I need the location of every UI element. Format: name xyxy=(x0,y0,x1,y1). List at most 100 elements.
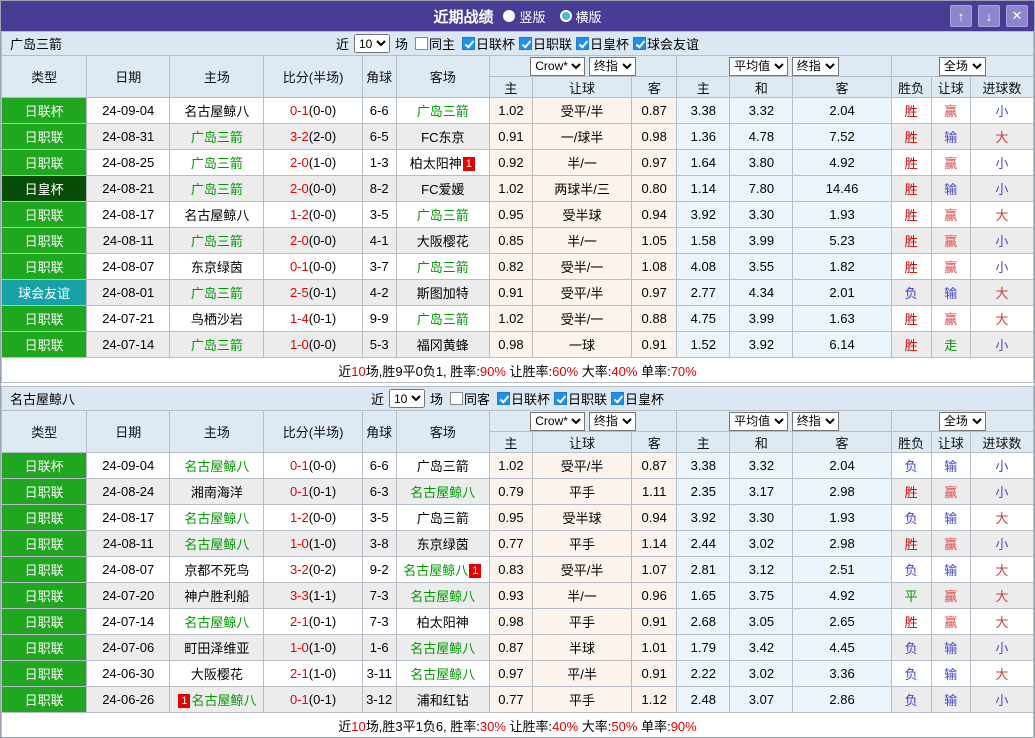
summary-text: 40% xyxy=(552,718,579,734)
match-score: 2-0(1-0) xyxy=(263,149,363,176)
average-select[interactable]: 平均值 xyxy=(729,411,789,431)
home-odds: 0.83 xyxy=(488,556,533,583)
result-handicap: 赢 xyxy=(930,201,971,228)
team-label: 柏太阳神 xyxy=(416,615,469,630)
away-team: 名古屋鲸八 xyxy=(395,634,490,661)
full-time-score: 0-1 xyxy=(289,103,309,118)
final-odds-select-2[interactable]: 终指 xyxy=(791,56,839,76)
team-label: 广岛三箭 xyxy=(190,130,243,145)
home-odds: 1.02 xyxy=(488,452,533,479)
match-type-badge: 日职联 xyxy=(1,660,88,687)
avg-draw-odds: 4.34 xyxy=(729,279,794,306)
result-win-loss: 胜 xyxy=(890,97,932,124)
home-odds: 0.91 xyxy=(488,279,533,306)
competition-checkbox-日皇杯[interactable]: 日皇杯 xyxy=(611,389,664,408)
avg-home-odds: 3.38 xyxy=(676,452,731,479)
avg-draw-odds: 3.12 xyxy=(729,556,794,583)
home-odds: 0.93 xyxy=(488,582,533,609)
home-odds: 0.95 xyxy=(488,504,533,531)
home-odds: 0.98 xyxy=(488,331,533,358)
competition-checkbox-日联杯[interactable]: 日联杯 xyxy=(497,389,550,408)
games-label: 场 xyxy=(429,392,443,407)
full-time-score: 1-0 xyxy=(289,640,309,655)
bookmaker-select[interactable]: Crow* xyxy=(530,56,586,76)
same-venue-checkbox[interactable]: 同主 xyxy=(414,34,455,53)
games-count-select[interactable]: 10 xyxy=(353,34,390,53)
final-odds-select-1[interactable]: 终指 xyxy=(588,56,636,76)
summary-text: 单率: xyxy=(637,718,671,734)
move-up-button[interactable]: ↑ xyxy=(950,5,972,27)
same-venue-checkbox[interactable]: 同客 xyxy=(449,389,490,408)
avg-home-odds: 3.92 xyxy=(676,504,731,531)
result-goals: 小 xyxy=(969,97,1034,124)
competition-checkbox-日职联[interactable]: 日职联 xyxy=(554,389,607,408)
result-win-loss: 胜 xyxy=(890,331,932,358)
match-date: 24-08-07 xyxy=(86,556,171,583)
avg-draw-odds: 3.32 xyxy=(729,97,794,124)
match-row: 日职联 24-08-11 广岛三箭 2-0(0-0) 4-1 大阪樱花 0.85 半/一 1.0… xyxy=(1,227,1034,254)
final-odds-select-2[interactable]: 终指 xyxy=(791,411,839,431)
avg-home-odds: 1.79 xyxy=(676,634,731,661)
corner-count: 3-7 xyxy=(361,253,397,280)
team-label: 广岛三箭 xyxy=(190,234,243,249)
filter-bar: 近 10 场 同客 日联杯 日职联 日皇杯 xyxy=(371,389,664,408)
col-header-type: 类型 xyxy=(1,410,88,453)
competition-checkbox-球会友谊[interactable]: 球会友谊 xyxy=(633,34,699,53)
result-handicap: 输 xyxy=(930,634,971,661)
match-date: 24-08-25 xyxy=(86,149,171,176)
avg-home-odds: 2.81 xyxy=(676,556,731,583)
avg-home-odds: 3.92 xyxy=(676,201,731,228)
away-team: 福冈黄蜂 xyxy=(395,331,490,358)
radio-horizontal-layout[interactable]: 横版 xyxy=(559,7,602,26)
average-select[interactable]: 平均值 xyxy=(729,56,789,76)
avg-away-odds: 5.23 xyxy=(792,227,892,254)
checkbox-checked-icon xyxy=(519,37,532,50)
full-time-score: 2-0 xyxy=(289,181,309,196)
away-odds: 1.07 xyxy=(631,556,678,583)
competition-filters: 日联杯 日职联 日皇杯 xyxy=(493,389,664,408)
corner-count: 9-9 xyxy=(361,305,397,332)
match-score: 0-1(0-1) xyxy=(263,686,363,713)
away-odds: 0.88 xyxy=(631,305,678,332)
away-team: 广岛三箭 xyxy=(395,253,490,280)
corner-count: 6-6 xyxy=(361,452,397,479)
avg-home-odds: 2.48 xyxy=(676,686,731,713)
team-name: 广岛三箭 xyxy=(10,37,63,52)
avg-home-odds: 1.64 xyxy=(676,149,731,176)
team-label: 东京绿茵 xyxy=(416,537,469,552)
competition-checkbox-日职联[interactable]: 日职联 xyxy=(519,34,572,53)
competition-checkbox-日皇杯[interactable]: 日皇杯 xyxy=(576,34,629,53)
full-match-select[interactable]: 全场 xyxy=(938,411,986,431)
col-header-home: 主场 xyxy=(169,55,265,98)
final-odds-select-1[interactable]: 终指 xyxy=(588,411,636,431)
col-header-away: 客场 xyxy=(395,410,490,453)
match-row: 日职联 24-07-14 名古屋鲸八 2-1(0-1) 7-3 柏太阳神 0.98 平手 0.9… xyxy=(1,608,1034,635)
match-row: 日联杯 24-09-04 名古屋鲸八 0-1(0-0) 6-6 广岛三箭 1.02 受平/半 0… xyxy=(1,452,1034,479)
titlebar: 近期战绩 竖版 横版 ↑ ↓ ✕ xyxy=(1,1,1034,31)
competition-checkbox-日联杯[interactable]: 日联杯 xyxy=(461,34,515,53)
radio-selected-icon xyxy=(503,10,516,22)
games-count-select[interactable]: 10 xyxy=(388,389,425,408)
avg-draw-odds: 3.99 xyxy=(729,227,794,254)
subcol-goals: 进球数 xyxy=(969,76,1034,98)
move-down-button[interactable]: ↓ xyxy=(978,5,1000,27)
away-odds: 1.11 xyxy=(631,478,678,505)
radio-unselected-icon xyxy=(559,10,572,22)
handicap-line: 平手 xyxy=(531,686,633,713)
avg-draw-odds: 7.80 xyxy=(729,175,794,202)
summary-text: 10 xyxy=(351,718,366,734)
result-handicap: 输 xyxy=(930,556,971,583)
radio-vertical-layout[interactable]: 竖版 xyxy=(503,7,546,26)
close-button[interactable]: ✕ xyxy=(1006,5,1028,27)
result-win-loss: 胜 xyxy=(890,478,932,505)
full-match-select[interactable]: 全场 xyxy=(938,56,986,76)
result-handicap: 输 xyxy=(930,123,971,150)
rank-badge: 1 xyxy=(462,157,475,171)
match-score: 3-2(2-0) xyxy=(263,123,363,150)
handicap-odds-group-header: Crow* 终指 xyxy=(488,55,678,77)
summary-text: 单率: xyxy=(637,363,671,379)
avg-away-odds: 2.86 xyxy=(792,686,892,713)
summary-text: 近 xyxy=(338,363,352,379)
bookmaker-select[interactable]: Crow* xyxy=(530,411,586,431)
subcol-handicap: 让球 xyxy=(531,431,633,453)
